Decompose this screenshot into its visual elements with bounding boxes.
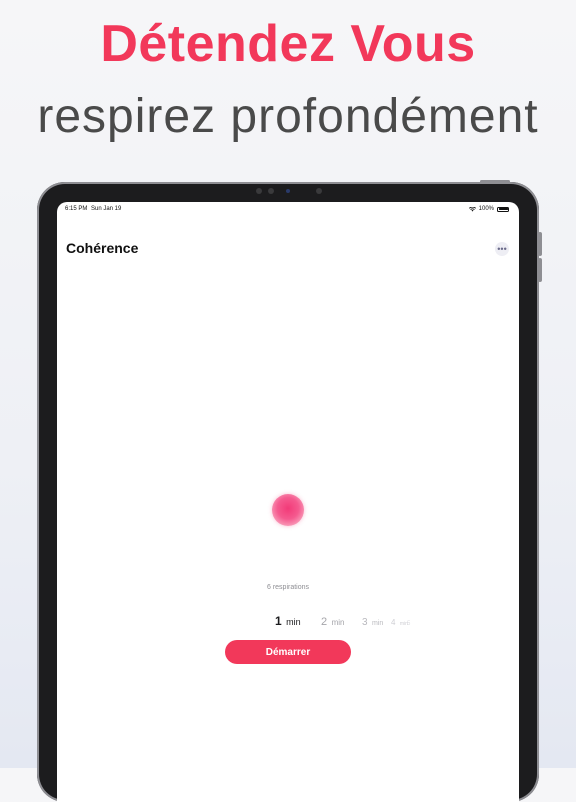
status-indicators: 100% (468, 206, 509, 212)
sensor-icon (268, 188, 274, 194)
status-bar: 6:15 PM Sun Jan 19 100% (57, 202, 519, 216)
breaths-count: 6 respirations (266, 584, 310, 591)
duration-value: 4 (391, 618, 396, 627)
duration-picker[interactable]: 1 min 2 min 3 min 4 min 5 (57, 612, 519, 628)
status-time: 6:15 PM (65, 206, 88, 212)
duration-option-3-min[interactable]: 3 min (362, 612, 383, 630)
page-title: Cohérence (66, 240, 139, 256)
status-date: Sun Jan 19 (91, 206, 122, 212)
breathing-orb (272, 494, 304, 526)
duration-option-5[interactable]: 5 (407, 612, 410, 630)
camera-bar (250, 186, 330, 196)
duration-value: 5 (407, 621, 411, 627)
sensor-icon (316, 188, 322, 194)
duration-value: 1 (275, 614, 282, 628)
more-options-icon[interactable]: ••• (495, 242, 509, 256)
sensor-icon (256, 188, 262, 194)
duration-value: 2 (321, 616, 328, 628)
device-volume-down-button (538, 258, 542, 282)
app-screen: 6:15 PM Sun Jan 19 100% Cohérence ••• 6 … (57, 202, 519, 802)
duration-unit: min (372, 620, 384, 627)
duration-unit: min (331, 618, 345, 627)
start-button[interactable]: Démarrer (225, 640, 351, 664)
duration-unit: min (286, 617, 301, 627)
duration-value: 3 (362, 617, 368, 628)
battery-icon (497, 206, 509, 212)
camera-icon (286, 189, 290, 193)
duration-option-2-min[interactable]: 2 min (321, 612, 344, 630)
promo-subheadline: respirez profondément (37, 90, 539, 143)
battery-percent: 100% (478, 206, 494, 212)
promo-headline: Détendez Vous (100, 15, 476, 73)
duration-option-1-min[interactable]: 1 min (275, 612, 301, 630)
device-volume-up-button (538, 232, 542, 256)
wifi-icon (468, 206, 476, 211)
duration-option-4-min[interactable]: 4 min (391, 612, 408, 630)
